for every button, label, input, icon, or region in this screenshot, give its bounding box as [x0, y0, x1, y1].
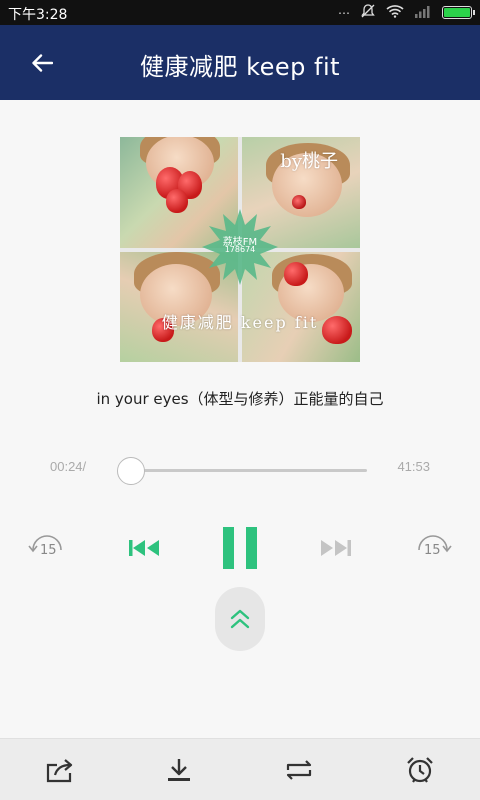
battery-icon — [442, 6, 475, 19]
bottom-action-bar — [0, 738, 480, 800]
download-icon — [168, 759, 190, 781]
album-cover: by桃子 荔枝FM 178674 健康减肥 keep fit — [120, 137, 360, 362]
forward-15-button[interactable]: 15 — [410, 528, 456, 568]
track-title: in your eyes（体型与修养）正能量的自己 — [96, 390, 384, 408]
repeat-button[interactable] — [279, 753, 319, 787]
expand-playlist-button[interactable] — [215, 587, 265, 651]
page-title: 健康减肥 keep fit — [139, 53, 341, 81]
seek-bar[interactable] — [130, 469, 367, 472]
rewind-15-button[interactable]: 15 — [24, 528, 70, 568]
share-icon — [46, 759, 73, 783]
seek-thumb[interactable] — [117, 457, 145, 485]
signal-icon — [414, 5, 432, 21]
forward-seconds: 15 — [424, 543, 441, 558]
share-button[interactable] — [40, 753, 80, 787]
mute-bell-icon — [360, 3, 376, 22]
previous-button[interactable] — [126, 532, 162, 564]
alarm-button[interactable] — [400, 753, 440, 787]
pause-icon — [223, 526, 257, 569]
rewind-seconds: 15 — [40, 543, 57, 558]
current-time: 00:24/ — [50, 459, 87, 474]
repeat-icon — [286, 760, 312, 780]
starburst-badge — [202, 209, 278, 285]
previous-icon — [129, 540, 159, 556]
pause-button[interactable] — [219, 525, 261, 570]
next-icon — [321, 540, 351, 556]
total-time: 41:53 — [397, 459, 430, 474]
status-time: 下午3:28 — [8, 7, 68, 23]
status-icons: ⋯ — [338, 3, 475, 22]
download-button[interactable] — [159, 753, 199, 787]
alarm-icon — [407, 757, 433, 783]
next-button[interactable] — [318, 532, 354, 564]
app-toolbar: 健康减肥 keep fit — [0, 25, 480, 100]
more-dots-icon: ⋯ — [338, 5, 350, 20]
wifi-icon — [386, 4, 404, 21]
status-bar: 下午3:28 ⋯ — [0, 0, 480, 25]
expand-up-icon — [230, 609, 250, 629]
